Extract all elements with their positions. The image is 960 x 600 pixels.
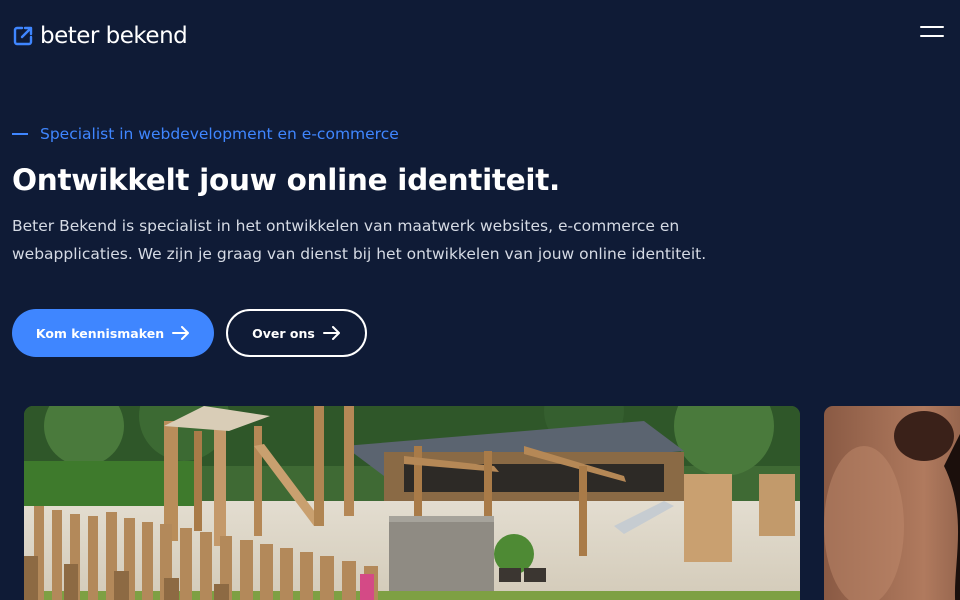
over-ons-button[interactable]: Over ons — [226, 309, 367, 357]
arrow-right-icon — [322, 326, 340, 340]
external-link-icon — [13, 26, 33, 46]
eyebrow-dash — [12, 133, 28, 135]
button-label: Kom kennismaken — [35, 325, 165, 341]
logo[interactable]: beter bekend — [12, 22, 188, 50]
page: beter bekend Specialist in webdevelopmen… — [0, 0, 960, 600]
portrait-photo — [824, 406, 960, 600]
eyebrow-text: Specialist in webdevelopment en e-commer… — [40, 125, 399, 143]
arrow-right-icon — [172, 326, 190, 340]
hamburger-menu-icon[interactable] — [914, 22, 948, 44]
playground-photo — [24, 406, 800, 600]
hero-eyebrow: Specialist in webdevelopment en e-commer… — [12, 124, 399, 144]
button-label: Over ons — [252, 325, 315, 341]
menu-bar — [920, 35, 944, 37]
logo-text: beter bekend — [40, 23, 188, 49]
menu-bar — [920, 26, 944, 28]
hero-description: Beter Bekend is specialist in het ontwik… — [12, 217, 707, 263]
kom-kennismaken-button[interactable]: Kom kennismaken — [12, 309, 214, 357]
hero-title: Ontwikkelt jouw online identiteit. — [12, 163, 560, 197]
